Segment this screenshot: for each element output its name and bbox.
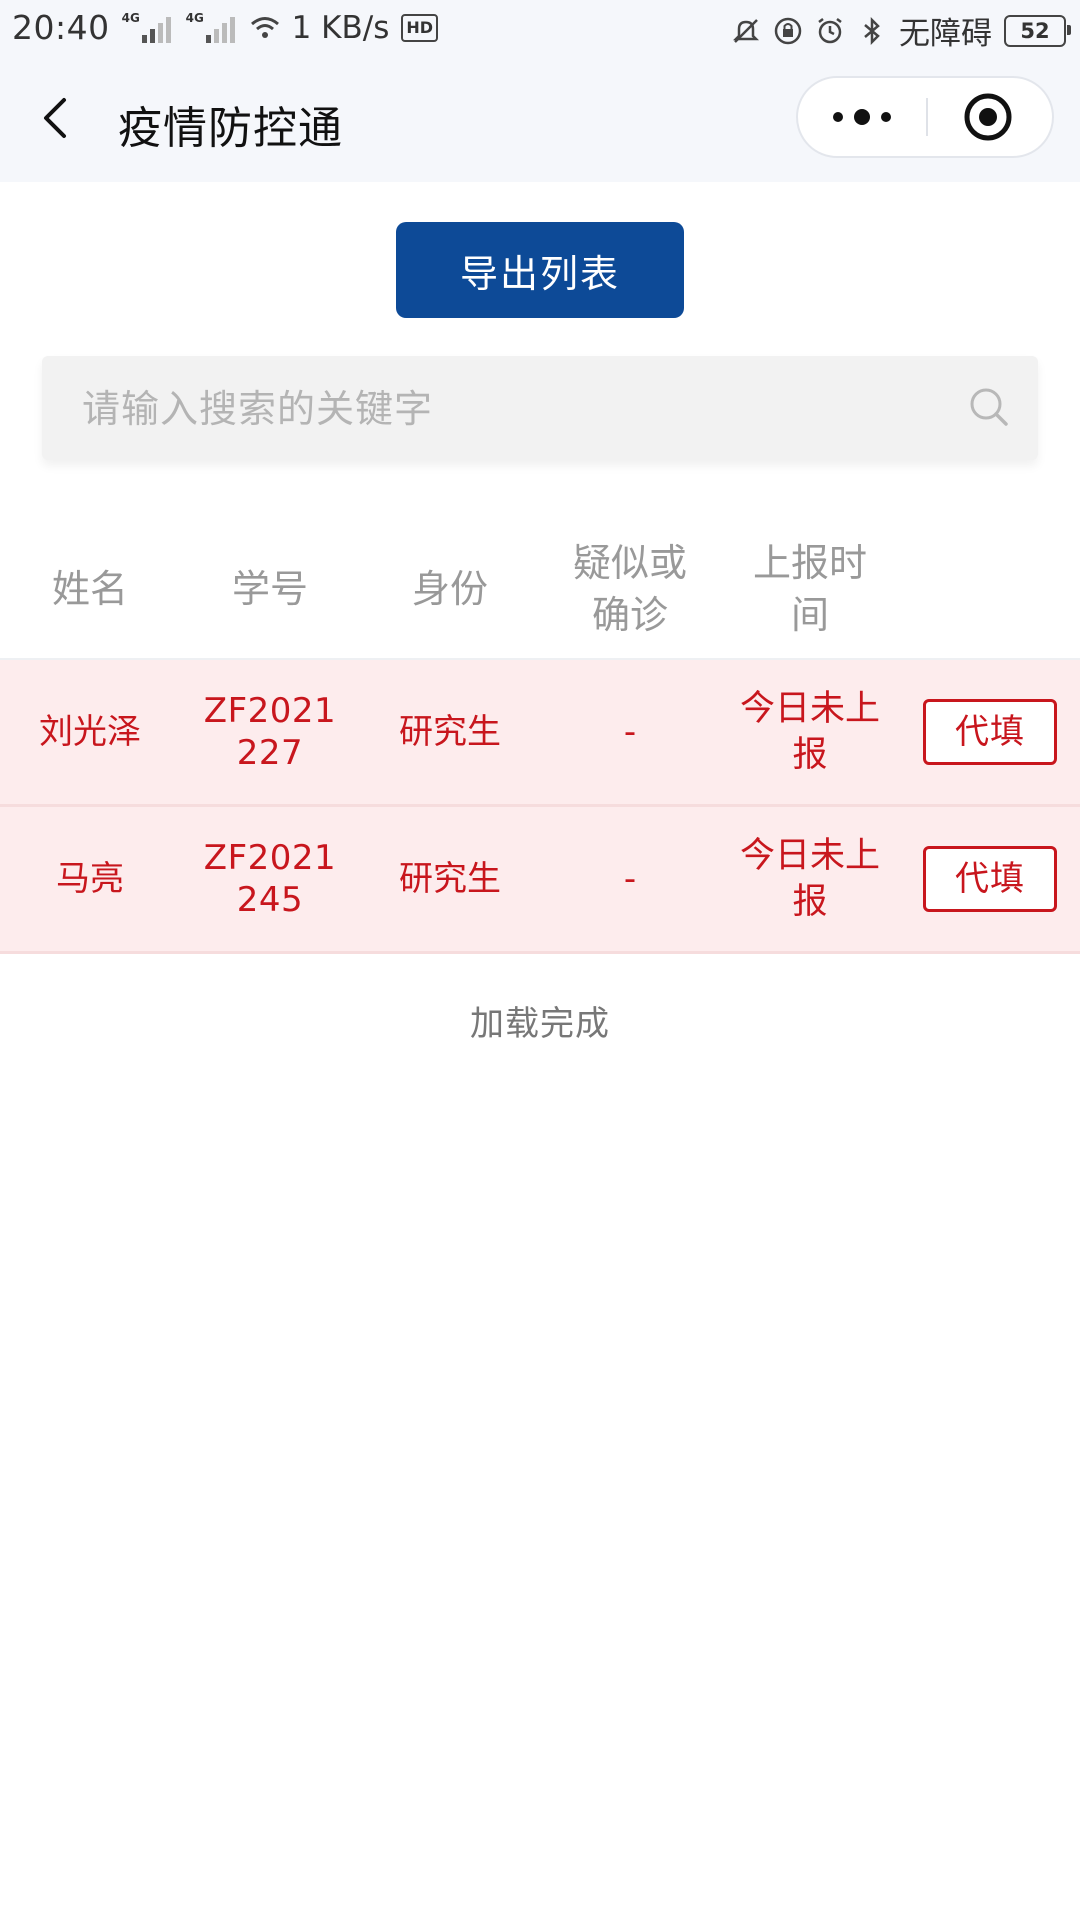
wifi-icon [250, 16, 279, 38]
mute-bell-icon [732, 18, 760, 43]
battery-icon: 52 [1004, 14, 1071, 47]
cell-role: 研究生 [399, 712, 501, 752]
column-header-name: 姓名 [51, 567, 128, 611]
cell-report-time: 今日未上报 [740, 836, 881, 922]
table-header: 姓名 学号 身份 疑似或确诊 上报时间 [0, 520, 1080, 660]
cell-student-id: ZF2021227 [203, 691, 337, 773]
nav-bar: 疫情防控通 [0, 54, 1080, 182]
column-header-role: 身份 [411, 567, 488, 611]
target-circle-icon [964, 93, 1012, 141]
column-header-suspected: 疑似或确诊 [572, 541, 687, 637]
rotation-lock-icon [774, 17, 802, 44]
status-time: 20:40 [12, 8, 110, 47]
more-dots-icon [833, 109, 891, 125]
more-menu-button[interactable] [798, 78, 926, 156]
status-bar: 20:40 4G 4G 1 KB/s HD 无障碍 52 [0, 0, 1080, 54]
load-complete-text: 加载完成 [470, 1004, 610, 1044]
battery-level: 52 [1020, 18, 1050, 43]
cell-name: 马亮 [56, 859, 124, 899]
column-header-report-time: 上报时间 [752, 541, 867, 637]
miniprogram-capsule [796, 76, 1054, 158]
table-row: 刘光泽 ZF2021227 研究生 - 今日未上报 代填 [0, 660, 1080, 807]
column-header-student-id: 学号 [231, 567, 308, 611]
signal-icon: 4G [185, 10, 238, 43]
status-bar-left: 20:40 4G 4G 1 KB/s HD [12, 8, 439, 47]
network-type-label: 4G [121, 10, 140, 25]
table-body: 刘光泽 ZF2021227 研究生 - 今日未上报 代填 马亮 ZF202124… [0, 660, 1080, 954]
signal-icon: 4G [121, 10, 174, 43]
export-list-button[interactable]: 导出列表 [396, 222, 684, 318]
cell-role: 研究生 [399, 859, 501, 899]
network-type-label: 4G [185, 10, 204, 25]
column-header-action [900, 520, 1080, 658]
cell-student-id: ZF2021245 [203, 838, 337, 920]
hd-voice-icon: HD [401, 13, 439, 42]
search-bar [42, 356, 1038, 462]
cell-suspected: - [623, 712, 637, 752]
cell-action: 代填 [900, 660, 1080, 804]
cell-report-time: 今日未上报 [740, 689, 881, 775]
proxy-fill-button[interactable]: 代填 [923, 699, 1057, 765]
alarm-icon [818, 17, 842, 43]
bluetooth-icon [864, 16, 880, 45]
cell-suspected: - [623, 859, 637, 899]
search-icon[interactable] [968, 386, 1010, 428]
table-row: 马亮 ZF2021245 研究生 - 今日未上报 代填 [0, 807, 1080, 954]
status-bar-right: 无障碍 52 [731, 8, 1071, 53]
app-screen: 20:40 4G 4G 1 KB/s HD 无障碍 52 疫情防控通 导出列表 … [0, 0, 1080, 1920]
close-miniprogram-button[interactable] [928, 78, 1052, 156]
cell-action: 代填 [900, 807, 1080, 951]
accessibility-label: 无障碍 [899, 16, 992, 52]
search-input[interactable] [80, 356, 964, 462]
back-arrow-icon[interactable] [36, 94, 76, 142]
proxy-fill-button[interactable]: 代填 [923, 846, 1057, 912]
page-title: 疫情防控通 [118, 103, 343, 154]
network-speed: 1 KB/s [291, 9, 390, 46]
cell-name: 刘光泽 [39, 712, 141, 752]
